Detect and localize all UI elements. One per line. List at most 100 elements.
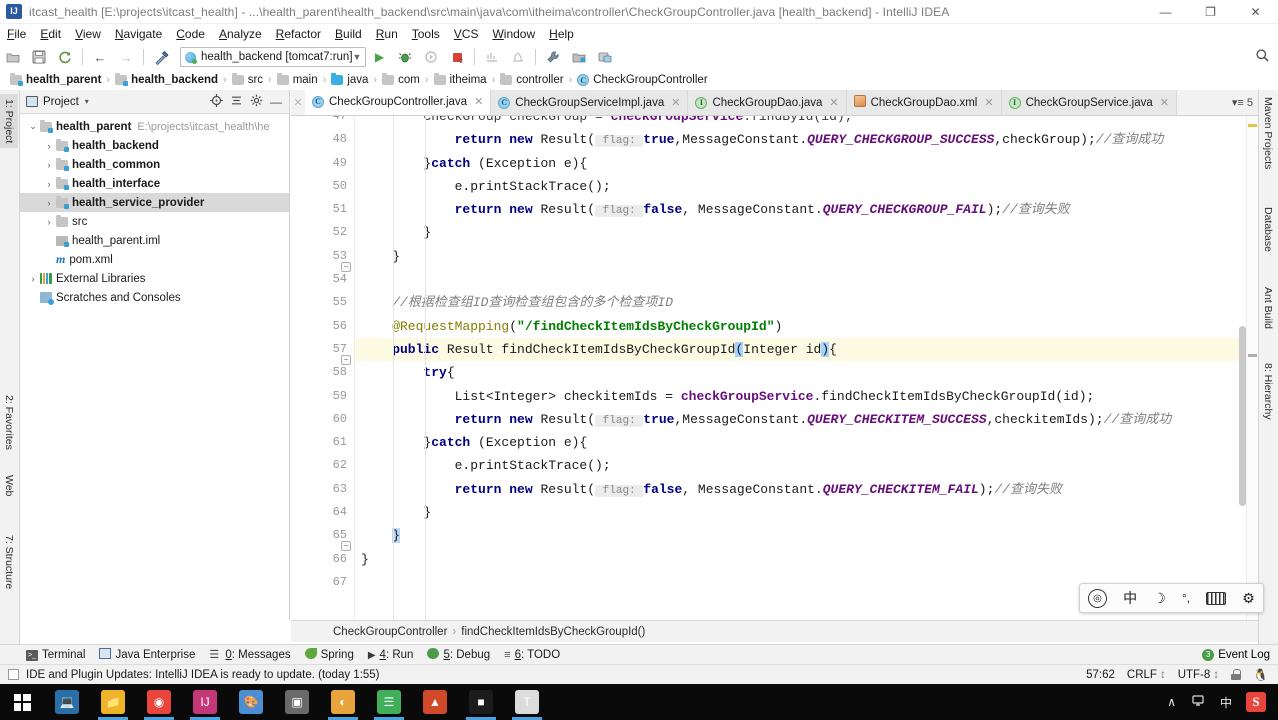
- file-explorer-icon[interactable]: 📁: [90, 684, 136, 720]
- sdk-manager-icon[interactable]: [594, 46, 616, 68]
- menu-item-help[interactable]: Help: [542, 24, 581, 44]
- locate-icon[interactable]: [210, 93, 223, 110]
- menu-item-edit[interactable]: Edit: [33, 24, 68, 44]
- breadcrumb-item-health_parent[interactable]: health_parent: [6, 71, 105, 89]
- tool-tab-antbuild[interactable]: Ant Build: [1259, 282, 1277, 334]
- menu-item-view[interactable]: View: [68, 24, 108, 44]
- code-line[interactable]: e.printStackTrace();: [355, 175, 1258, 198]
- fold-toggle-icon[interactable]: −: [341, 261, 351, 272]
- close-icon[interactable]: ✕: [984, 96, 993, 109]
- breadcrumb-item-checkgroupcontroller[interactable]: C CheckGroupController: [573, 71, 711, 89]
- tool-tab-project[interactable]: 1: Project: [0, 94, 18, 149]
- hide-panel-icon[interactable]: —: [270, 95, 282, 109]
- bottom-tab-java-enterprise[interactable]: Java Enterprise: [99, 647, 195, 662]
- menu-item-navigate[interactable]: Navigate: [108, 24, 169, 44]
- menu-item-run[interactable]: Run: [369, 24, 405, 44]
- menu-item-code[interactable]: Code: [169, 24, 212, 44]
- search-everywhere-icon[interactable]: [1255, 48, 1270, 66]
- gear-icon[interactable]: [250, 94, 263, 110]
- code-line[interactable]: e.printStackTrace();: [355, 454, 1258, 477]
- tool-tab-hierarchy[interactable]: 8: Hierarchy: [1259, 358, 1277, 425]
- tool-tab-database[interactable]: Database: [1259, 202, 1277, 257]
- breadcrumb-item-health_backend[interactable]: health_backend: [111, 71, 222, 89]
- encoding-selector[interactable]: UTF-8 ↕: [1178, 669, 1219, 681]
- close-icon[interactable]: ✕: [1160, 96, 1169, 109]
- network-icon[interactable]: [1190, 694, 1206, 711]
- close-icon[interactable]: ✕: [829, 96, 838, 109]
- code-line[interactable]: //根据检查组ID查询检查组包含的多个检查项ID: [355, 291, 1258, 314]
- code-line[interactable]: }: [355, 221, 1258, 244]
- collapse-all-icon[interactable]: [230, 94, 243, 110]
- breadcrumb-item-java[interactable]: java: [327, 71, 372, 89]
- code-content[interactable]: CheckGroup checkGroup = checkGroupServic…: [355, 116, 1258, 620]
- navigate-forward-icon[interactable]: →: [115, 46, 137, 68]
- bottom-tab-terminal[interactable]: >_ Terminal: [26, 648, 85, 661]
- code-line[interactable]: return new Result( flag: false, MessageC…: [355, 198, 1258, 221]
- ime-punctuation-icon[interactable]: °,: [1182, 591, 1190, 605]
- code-line[interactable]: CheckGroup checkGroup = checkGroupServic…: [355, 116, 1258, 128]
- tux-icon[interactable]: 🐧: [1253, 668, 1268, 682]
- tree-node-scratches-and-consoles[interactable]: Scratches and Consoles: [20, 288, 289, 307]
- tree-node-pom-xml[interactable]: m pom.xml: [20, 250, 289, 269]
- tree-node-health-service-provider[interactable]: › health_service_provider: [20, 193, 289, 212]
- tree-node-health-parent[interactable]: ⌄ health_parent E:\projects\itcast_health\…: [20, 117, 289, 136]
- windows-start-icon[interactable]: [0, 684, 44, 720]
- run-configuration-selector[interactable]: health_backend [tomcat7:run] ▼: [180, 47, 367, 67]
- sync-icon[interactable]: [54, 46, 76, 68]
- line-separator-selector[interactable]: CRLF ↕: [1127, 669, 1166, 681]
- code-line[interactable]: }: [355, 548, 1258, 571]
- menu-item-build[interactable]: Build: [328, 24, 369, 44]
- keyboard-icon[interactable]: [1206, 591, 1227, 605]
- task-view-icon[interactable]: 💻: [44, 684, 90, 720]
- ime-toolbar[interactable]: ◎ 中 ☽ °, ⚙: [1079, 583, 1264, 613]
- xmind-icon[interactable]: ▲: [412, 684, 458, 720]
- read-only-lock-icon[interactable]: [1231, 669, 1242, 680]
- editor-tab-checkgroupservice-java[interactable]: I CheckGroupService.java ✕: [1001, 90, 1177, 115]
- event-log-button[interactable]: 3 Event Log: [1202, 648, 1270, 661]
- tree-node-health-interface[interactable]: › health_interface: [20, 174, 289, 193]
- notepad-icon[interactable]: ☰: [366, 684, 412, 720]
- fold-toggle-icon[interactable]: −: [341, 541, 351, 552]
- tree-twisty[interactable]: ›: [42, 141, 56, 151]
- minimize-button[interactable]: —: [1143, 0, 1188, 24]
- project-structure-icon[interactable]: [568, 46, 590, 68]
- code-editor[interactable]: 47 48 49 50 51 52 53 54 55 56 57 58 59 60 61 62 63 64 65 66…: [291, 116, 1258, 620]
- editor-vertical-scrollbar[interactable]: [1239, 326, 1246, 506]
- status-notification-icon[interactable]: [8, 669, 19, 680]
- ime-moon-icon[interactable]: ☽: [1153, 590, 1166, 607]
- tool-tab-structure[interactable]: 7: Structure: [0, 530, 18, 594]
- menu-item-tools[interactable]: Tools: [405, 24, 447, 44]
- code-line[interactable]: }catch (Exception e){: [355, 152, 1258, 175]
- bottom-tab-6--todo[interactable]: ≡ 6: TODO: [504, 649, 560, 661]
- menu-item-window[interactable]: Window: [485, 24, 542, 44]
- breadcrumb-item-controller[interactable]: controller: [496, 71, 567, 89]
- stop-button[interactable]: 2: [446, 46, 468, 68]
- save-icon[interactable]: [28, 46, 50, 68]
- code-line[interactable]: return new Result( flag: true,MessageCon…: [355, 128, 1258, 151]
- console-icon[interactable]: ■: [458, 684, 504, 720]
- tree-node-health-common[interactable]: › health_common: [20, 155, 289, 174]
- code-line[interactable]: List<Integer> checkitemIds = checkGroupS…: [355, 385, 1258, 408]
- bottom-tab-0--messages[interactable]: ☰ 0: Messages: [209, 649, 290, 661]
- tree-twisty[interactable]: ›: [42, 198, 56, 208]
- code-breadcrumb-item[interactable]: CheckGroupController: [333, 626, 447, 638]
- rerun-icon[interactable]: [420, 46, 442, 68]
- editor-tab-overflow[interactable]: ▾≡ 5: [1227, 90, 1258, 115]
- breadcrumb-item-src[interactable]: src: [228, 71, 267, 89]
- close-icon[interactable]: ✕: [474, 95, 483, 108]
- error-stripe-marker-panel[interactable]: [1246, 116, 1258, 620]
- code-line[interactable]: try{: [355, 361, 1258, 384]
- tree-twisty[interactable]: ›: [42, 160, 56, 170]
- stripe-mark-caret[interactable]: [1248, 354, 1257, 357]
- tree-node-src[interactable]: › src: [20, 212, 289, 231]
- code-line[interactable]: [355, 268, 1258, 291]
- open-folder-icon[interactable]: [2, 46, 24, 68]
- menu-item-file[interactable]: File: [0, 24, 33, 44]
- debug-button[interactable]: [394, 46, 416, 68]
- code-line[interactable]: }: [355, 501, 1258, 524]
- caret-position[interactable]: 57:62: [1086, 669, 1115, 681]
- tool-tab-mavenprojects[interactable]: Maven Projects: [1259, 92, 1277, 174]
- chrome-icon[interactable]: ◉: [136, 684, 182, 720]
- tray-ime-icon[interactable]: 中: [1220, 694, 1232, 711]
- sogou-logo-icon[interactable]: ◎: [1085, 585, 1110, 611]
